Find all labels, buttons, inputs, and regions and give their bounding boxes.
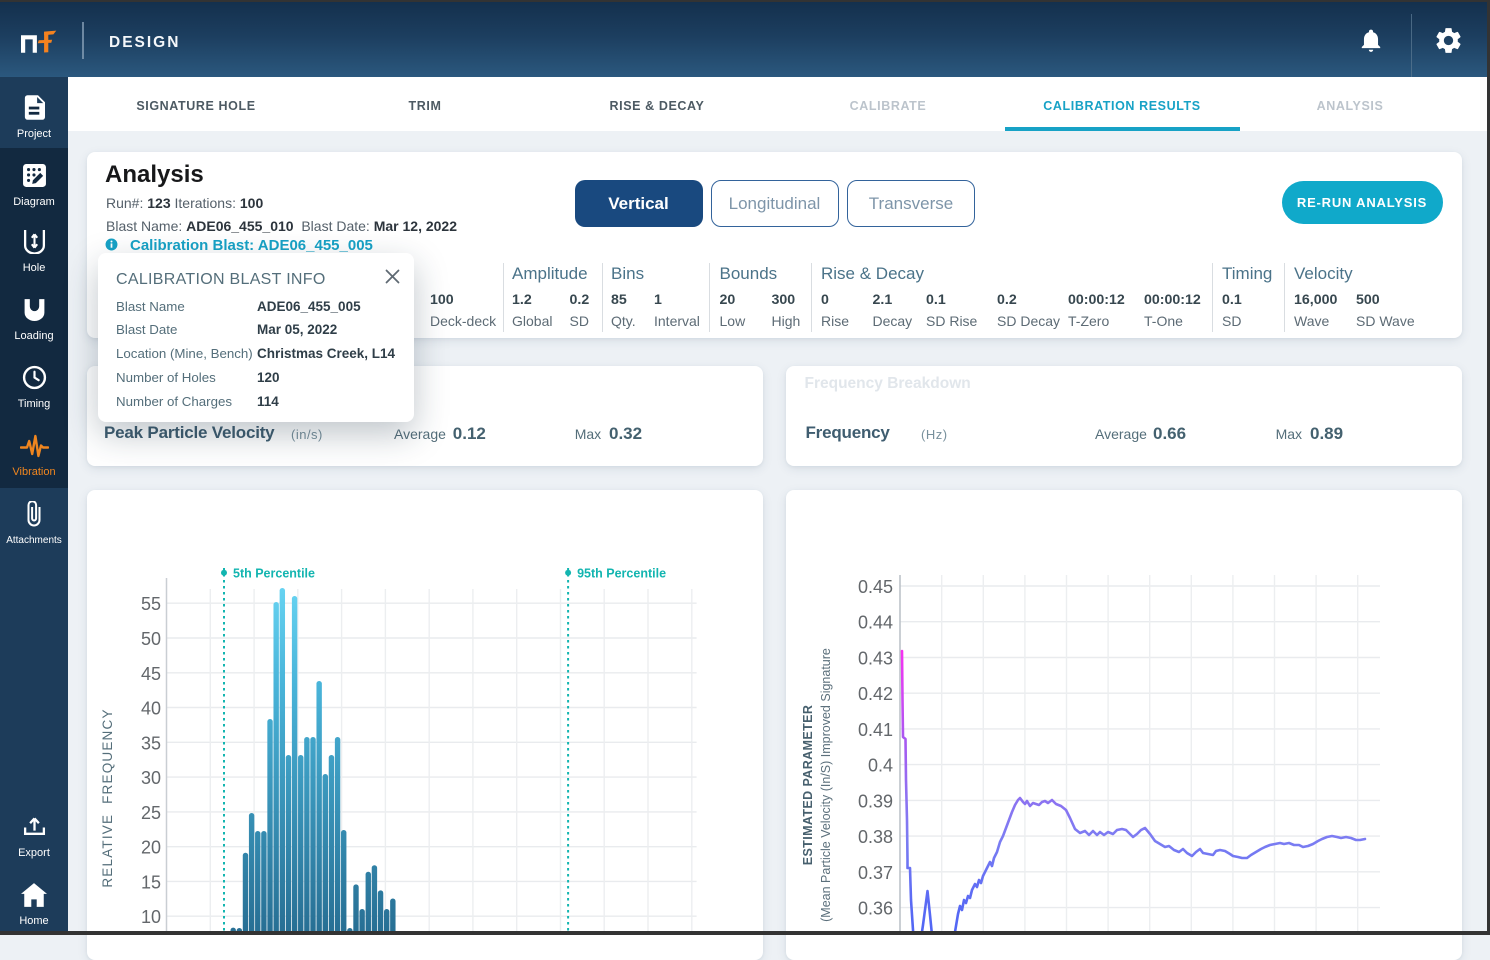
svg-text:RELATIVE FREQUENCY: RELATIVE FREQUENCY xyxy=(100,708,115,887)
svg-text:0.36: 0.36 xyxy=(858,899,893,919)
svg-text:0.43: 0.43 xyxy=(858,649,893,669)
svg-text:55: 55 xyxy=(141,594,161,614)
svg-text:30: 30 xyxy=(141,768,161,788)
svg-text:5th Percentile: 5th Percentile xyxy=(233,567,315,581)
svg-text:45: 45 xyxy=(141,664,161,684)
svg-text:0.37: 0.37 xyxy=(858,863,893,883)
svg-text:(Mean Particle Velocity (In/S): (Mean Particle Velocity (In/S) Improved … xyxy=(819,648,833,922)
svg-text:15: 15 xyxy=(141,872,161,892)
svg-text:0.42: 0.42 xyxy=(858,684,893,704)
svg-text:0.44: 0.44 xyxy=(858,613,893,633)
svg-text:40: 40 xyxy=(141,699,161,719)
svg-text:25: 25 xyxy=(141,803,161,823)
svg-text:0.39: 0.39 xyxy=(858,791,893,811)
svg-text:ESTIMATED PARAMETER: ESTIMATED PARAMETER xyxy=(801,705,815,866)
svg-text:20: 20 xyxy=(141,838,161,858)
svg-text:0.41: 0.41 xyxy=(858,720,893,740)
svg-text:0.4: 0.4 xyxy=(868,756,893,776)
svg-text:35: 35 xyxy=(141,733,161,753)
svg-text:50: 50 xyxy=(141,629,161,649)
svg-text:10: 10 xyxy=(141,907,161,927)
svg-text:0.45: 0.45 xyxy=(858,577,893,597)
svg-text:95th Percentile: 95th Percentile xyxy=(577,567,666,581)
svg-text:0.38: 0.38 xyxy=(858,827,893,847)
